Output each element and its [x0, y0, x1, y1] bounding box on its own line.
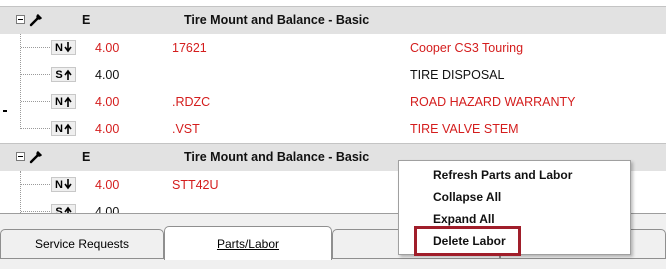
- part-row[interactable]: N 4.00 .RDZC ROAD HAZARD WARRANTY: [0, 88, 666, 115]
- line-type: S: [55, 68, 63, 81]
- tree-branch: [21, 211, 50, 212]
- part-number: .VST: [172, 122, 200, 136]
- job-code: E: [82, 13, 91, 27]
- collapse-box-icon[interactable]: [16, 152, 25, 161]
- part-qty: 4.00: [95, 178, 120, 192]
- part-row[interactable]: N 4.00 .VST TIRE VALVE STEM: [0, 115, 666, 142]
- arrow-up-icon: [64, 123, 72, 134]
- line-type: N: [55, 41, 63, 54]
- tree-branch: [21, 74, 50, 75]
- menu-item-expand-all[interactable]: Expand All: [433, 212, 495, 226]
- tab-parts-labor[interactable]: Parts/Labor: [164, 226, 332, 260]
- tab-service-requests[interactable]: Service Requests: [0, 229, 164, 259]
- line-type-badge: S: [51, 67, 76, 82]
- collapse-box-icon[interactable]: [16, 15, 25, 24]
- line-type-badge: N: [51, 94, 76, 109]
- part-number: STT42U: [172, 178, 219, 192]
- job-header-row[interactable]: E Tire Mount and Balance - Basic: [0, 6, 666, 34]
- arrow-down-icon: [64, 179, 72, 190]
- tree-branch: [21, 47, 50, 48]
- arrow-up-icon: [64, 206, 72, 213]
- menu-item-collapse-all[interactable]: Collapse All: [433, 190, 501, 204]
- wrench-icon: [29, 151, 42, 164]
- delete-labor-highlight: [414, 226, 521, 256]
- part-description: Cooper CS3 Touring: [410, 41, 524, 55]
- job-title: Tire Mount and Balance - Basic: [184, 13, 370, 27]
- tree-branch: [21, 101, 50, 102]
- tree-branch: [21, 184, 50, 185]
- part-qty: 4.00: [95, 41, 120, 55]
- wrench-icon: [29, 14, 42, 27]
- line-type-badge: S: [51, 204, 76, 213]
- part-qty: 4.00: [95, 95, 120, 109]
- part-description: ROAD HAZARD WARRANTY: [410, 95, 576, 109]
- arrow-up-icon: [64, 96, 72, 107]
- tab-label: Parts/Labor: [216, 236, 280, 251]
- line-type-badge: N: [51, 40, 76, 55]
- part-description: TIRE VALVE STEM: [410, 122, 519, 136]
- arrow-down-icon: [64, 42, 72, 53]
- arrow-up-icon: [64, 69, 72, 80]
- tab-label: Service Requests: [34, 237, 130, 251]
- line-type: S: [55, 205, 63, 214]
- part-row[interactable]: N 4.00 17621 Cooper CS3 Touring: [0, 34, 666, 61]
- part-qty: 4.00: [95, 68, 120, 82]
- part-qty: 4.00: [95, 122, 120, 136]
- part-description: TIRE DISPOSAL: [410, 68, 505, 82]
- line-type: N: [55, 178, 63, 191]
- job-title: Tire Mount and Balance - Basic: [184, 150, 370, 164]
- part-number: .RDZC: [172, 95, 211, 109]
- line-type: N: [55, 95, 63, 108]
- line-type-badge: N: [51, 121, 76, 136]
- menu-item-refresh-parts-and-labor[interactable]: Refresh Parts and Labor: [433, 168, 572, 182]
- part-qty: 4.00: [95, 205, 120, 213]
- line-type: N: [55, 122, 63, 135]
- line-type-badge: N: [51, 177, 76, 192]
- job-code: E: [82, 150, 91, 164]
- part-number: 17621: [172, 41, 207, 55]
- part-row[interactable]: S 4.00 TIRE DISPOSAL: [0, 61, 666, 88]
- tree-branch: [21, 128, 50, 129]
